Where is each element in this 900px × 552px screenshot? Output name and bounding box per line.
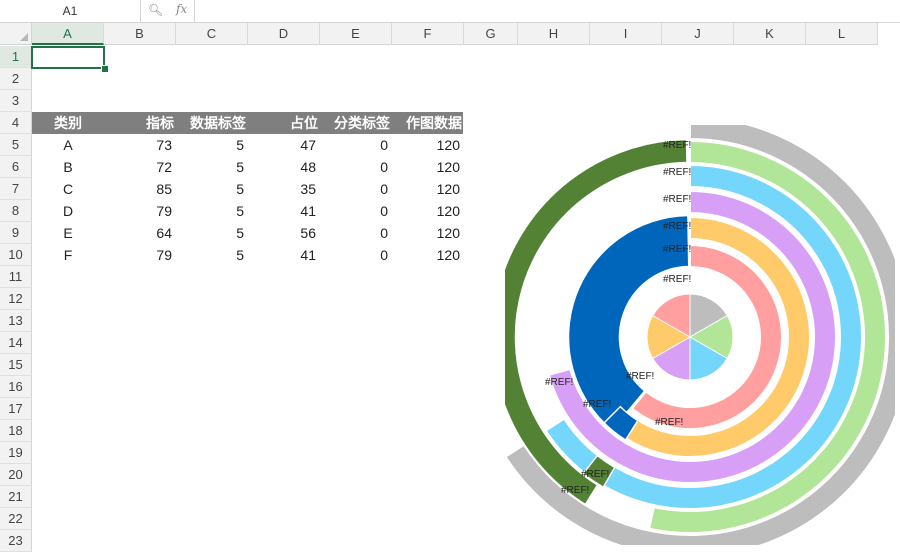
magnifier-icon[interactable]: 🔍︎ — [148, 3, 163, 17]
data-label[interactable]: #REF! — [545, 377, 573, 388]
table-cell[interactable]: 0 — [320, 200, 392, 222]
table-cell[interactable]: 41 — [248, 244, 320, 266]
row-header-4[interactable]: 4 — [0, 112, 32, 134]
radial-bar-chart[interactable]: #REF! #REF! #REF! #REF! #REF! #REF! #REF! #REF!… — [505, 125, 895, 545]
table-cell[interactable]: 0 — [320, 178, 392, 200]
row-header-16[interactable]: 16 — [0, 376, 32, 398]
table-cell[interactable]: 56 — [248, 222, 320, 244]
column-header-g[interactable]: G — [464, 23, 518, 45]
row-header-22[interactable]: 22 — [0, 508, 32, 530]
row-header-13[interactable]: 13 — [0, 310, 32, 332]
row-header-1[interactable]: 1 — [0, 46, 32, 68]
row-header-3[interactable]: 3 — [0, 90, 32, 112]
row-header-2[interactable]: 2 — [0, 68, 32, 90]
table-cell[interactable]: 48 — [248, 156, 320, 178]
table-header-cell[interactable]: 分类标签 — [320, 112, 392, 134]
column-header-c[interactable]: C — [176, 23, 248, 45]
table-cell[interactable]: 0 — [320, 222, 392, 244]
table-cell[interactable]: 5 — [176, 244, 248, 266]
row-header-10[interactable]: 10 — [0, 244, 32, 266]
table-header-cell[interactable]: 类别 — [32, 112, 104, 134]
table-cell[interactable]: 120 — [392, 222, 464, 244]
data-label[interactable]: #REF! — [626, 371, 654, 382]
table-cell[interactable]: 120 — [392, 156, 464, 178]
column-header-b[interactable]: B — [104, 23, 176, 45]
table-header-cell[interactable]: 数据标签 — [176, 112, 248, 134]
row-header-11[interactable]: 11 — [0, 266, 32, 288]
column-header-j[interactable]: J — [662, 23, 734, 45]
table-cell[interactable]: 64 — [104, 222, 176, 244]
table-cell[interactable]: A — [32, 134, 104, 156]
row-header-6[interactable]: 6 — [0, 156, 32, 178]
table-cell[interactable]: 120 — [392, 178, 464, 200]
formula-separator — [194, 0, 195, 22]
data-label[interactable]: #REF! — [581, 469, 609, 480]
table-cell[interactable]: 120 — [392, 200, 464, 222]
table-header-cell[interactable]: 占位 — [248, 112, 320, 134]
row-header-9[interactable]: 9 — [0, 222, 32, 244]
column-header-d[interactable]: D — [248, 23, 320, 45]
row-header-18[interactable]: 18 — [0, 420, 32, 442]
row-header-15[interactable]: 15 — [0, 354, 32, 376]
table-cell[interactable]: 120 — [392, 134, 464, 156]
formula-input[interactable] — [200, 0, 890, 22]
column-header-e[interactable]: E — [320, 23, 392, 45]
table-cell[interactable]: 0 — [320, 244, 392, 266]
row-header-7[interactable]: 7 — [0, 178, 32, 200]
column-header-k[interactable]: K — [734, 23, 806, 45]
table-cell[interactable]: 47 — [248, 134, 320, 156]
data-label[interactable]: #REF! — [561, 485, 589, 496]
table-cell[interactable]: 41 — [248, 200, 320, 222]
active-cell-border[interactable] — [31, 46, 105, 69]
column-header-h[interactable]: H — [518, 23, 590, 45]
row-header-20[interactable]: 20 — [0, 464, 32, 486]
data-label[interactable]: #REF! — [583, 399, 611, 410]
name-box[interactable]: A1 — [0, 0, 141, 22]
row-header-14[interactable]: 14 — [0, 332, 32, 354]
table-cell[interactable]: 5 — [176, 178, 248, 200]
data-label[interactable]: #REF! — [663, 167, 691, 178]
data-label[interactable]: #REF! — [663, 140, 691, 151]
data-label[interactable]: #REF! — [663, 244, 691, 255]
data-label[interactable]: #REF! — [663, 274, 691, 285]
table-cell[interactable]: 0 — [320, 134, 392, 156]
table-cell[interactable]: 5 — [176, 222, 248, 244]
column-header-i[interactable]: I — [590, 23, 662, 45]
formula-bar: A1 🔍︎ fx — [0, 0, 900, 23]
data-label[interactable]: #REF! — [655, 417, 683, 428]
table-cell[interactable]: 5 — [176, 156, 248, 178]
row-header-21[interactable]: 21 — [0, 486, 32, 508]
table-header-cell[interactable]: 指标 — [104, 112, 176, 134]
data-label[interactable]: #REF! — [663, 221, 691, 232]
fill-handle[interactable] — [101, 65, 109, 73]
table-cell[interactable]: D — [32, 200, 104, 222]
table-cell[interactable]: 79 — [104, 244, 176, 266]
table-cell[interactable]: 0 — [320, 156, 392, 178]
table-cell[interactable]: 85 — [104, 178, 176, 200]
table-cell[interactable]: 5 — [176, 134, 248, 156]
column-header-a[interactable]: A — [32, 23, 104, 45]
table-cell[interactable]: E — [32, 222, 104, 244]
table-cell[interactable]: 5 — [176, 200, 248, 222]
table-header-cell[interactable]: 作图数据 — [392, 112, 464, 134]
fx-icon[interactable]: fx — [176, 2, 187, 16]
table-cell[interactable]: 120 — [392, 244, 464, 266]
table-cell[interactable]: 35 — [248, 178, 320, 200]
table-cell[interactable]: F — [32, 244, 104, 266]
row-header-8[interactable]: 8 — [0, 200, 32, 222]
row-header-17[interactable]: 17 — [0, 398, 32, 420]
row-header-23[interactable]: 23 — [0, 530, 32, 552]
table-cell[interactable]: 72 — [104, 156, 176, 178]
select-all-corner[interactable] — [0, 23, 32, 45]
row-header-12[interactable]: 12 — [0, 288, 32, 310]
table-cell[interactable]: 73 — [104, 134, 176, 156]
row-header-5[interactable]: 5 — [0, 134, 32, 156]
column-header-l[interactable]: L — [806, 23, 878, 45]
table-cell[interactable]: C — [32, 178, 104, 200]
data-label[interactable]: #REF! — [663, 194, 691, 205]
table-cell[interactable]: 79 — [104, 200, 176, 222]
column-header-f[interactable]: F — [392, 23, 464, 45]
row-header-19[interactable]: 19 — [0, 442, 32, 464]
table-cell[interactable]: B — [32, 156, 104, 178]
